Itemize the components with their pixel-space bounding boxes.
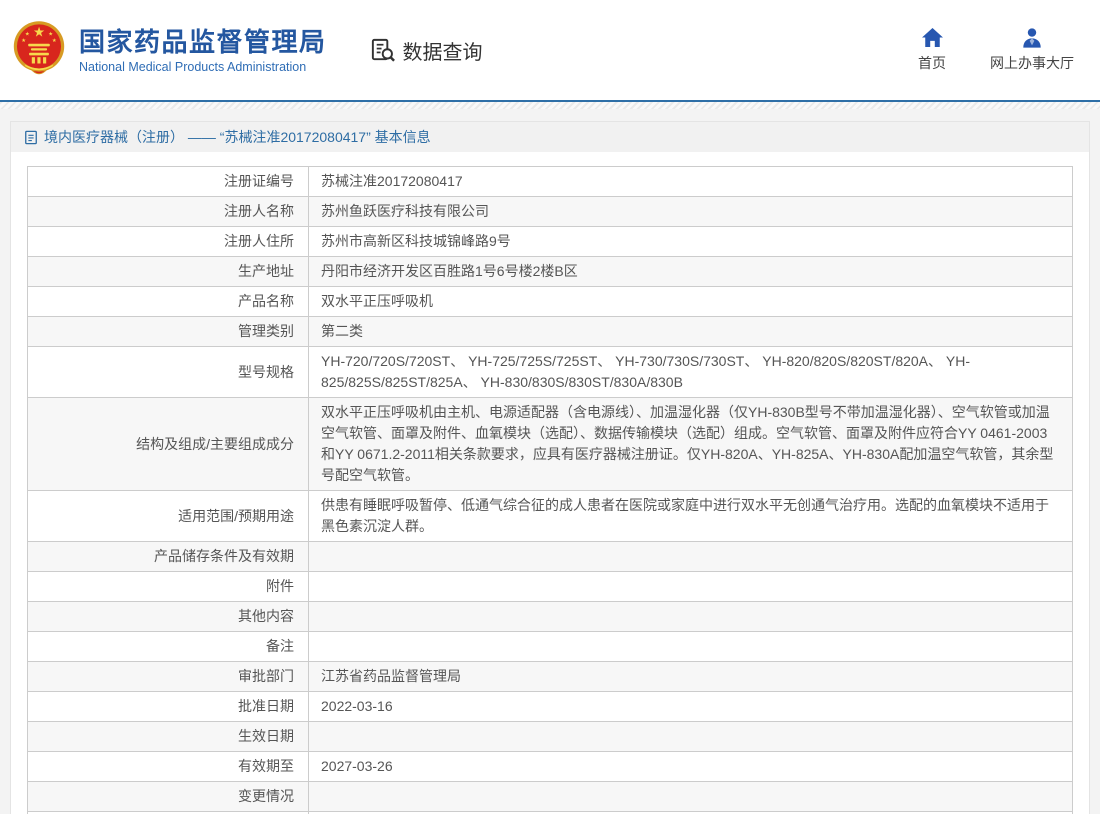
field-label: 其他内容: [28, 602, 309, 631]
table-row-valid-until: 有效期至 2027-03-26: [28, 752, 1072, 782]
field-label: 结构及组成/主要组成成分: [28, 398, 309, 490]
field-label: 生产地址: [28, 257, 309, 286]
svg-text:★: ★: [33, 25, 45, 40]
home-icon: [921, 27, 944, 48]
field-value: 双水平正压呼吸机由主机、电源适配器（含电源线）、加温湿化器（仅YH-830B型号…: [309, 398, 1072, 490]
table-row-product-name: 产品名称 双水平正压呼吸机: [28, 287, 1072, 317]
field-value: 供患有睡眠呼吸暂停、低通气综合征的成人患者在医院或家庭中进行双水平无创通气治疗用…: [309, 491, 1072, 541]
field-value: 苏州市高新区科技城锦峰路9号: [309, 227, 1072, 256]
table-row-management-class: 管理类别 第二类: [28, 317, 1072, 347]
page-title-bar: 境内医疗器械（注册） —— “苏械注准20172080417” 基本信息: [11, 122, 1089, 152]
registration-info-table: 注册证编号 苏械注准20172080417 注册人名称 苏州鱼跃医疗科技有限公司…: [27, 166, 1073, 814]
field-label: 产品储存条件及有效期: [28, 542, 309, 571]
field-value: 2027-03-26: [309, 752, 1072, 781]
document-icon: [24, 130, 38, 145]
table-row-production-address: 生产地址 丹阳市经济开发区百胜路1号6号楼2楼B区: [28, 257, 1072, 287]
table-row-registrant-name: 注册人名称 苏州鱼跃医疗科技有限公司: [28, 197, 1072, 227]
field-value: 苏州鱼跃医疗科技有限公司: [309, 197, 1072, 226]
field-value: [309, 632, 1072, 661]
field-value: 2022-03-16: [309, 692, 1072, 721]
table-row-registrant-address: 注册人住所 苏州市高新区科技城锦峰路9号: [28, 227, 1072, 257]
nav-home-label: 首页: [918, 53, 946, 73]
table-row-registration-number: 注册证编号 苏械注准20172080417: [28, 167, 1072, 197]
field-label: 批准日期: [28, 692, 309, 721]
field-label: 备注: [28, 632, 309, 661]
field-label: 注册证编号: [28, 167, 309, 196]
svg-text:★: ★: [25, 32, 30, 38]
field-label: 有效期至: [28, 752, 309, 781]
table-row-other-content: 其他内容: [28, 602, 1072, 632]
table-row-storage-conditions: 产品储存条件及有效期: [28, 542, 1072, 572]
result-panel: 境内医疗器械（注册） —— “苏械注准20172080417” 基本信息 注册证…: [10, 121, 1090, 814]
field-label: 适用范围/预期用途: [28, 491, 309, 541]
site-header: ★ ★ ★ ★ ★ 国家药品监督管理局 National Medical Pro…: [0, 0, 1100, 100]
page-title: 境内医疗器械（注册） —— “苏械注准20172080417” 基本信息: [44, 127, 431, 147]
data-query-tab[interactable]: 数据查询: [369, 36, 483, 65]
table-row-attachments: 附件: [28, 572, 1072, 602]
field-value: 丹阳市经济开发区百胜路1号6号楼2楼B区: [309, 257, 1072, 286]
table-row-composition: 结构及组成/主要组成成分 双水平正压呼吸机由主机、电源适配器（含电源线）、加温湿…: [28, 398, 1072, 491]
data-query-label: 数据查询: [403, 36, 483, 65]
table-row-change-status: 变更情况: [28, 782, 1072, 812]
document-search-icon: [369, 37, 396, 64]
header-hatch-band: [0, 102, 1100, 109]
brand-text: 国家药品监督管理局 National Medical Products Admi…: [79, 27, 327, 74]
field-value: [309, 572, 1072, 601]
field-value: 第二类: [309, 317, 1072, 346]
field-label: 注册人名称: [28, 197, 309, 226]
table-row-approval-date: 批准日期 2022-03-16: [28, 692, 1072, 722]
nav-service-hall[interactable]: 网上办事大厅: [990, 27, 1074, 73]
national-emblem-icon: ★ ★ ★ ★ ★: [12, 20, 66, 80]
field-value: 江苏省药品监督管理局: [309, 662, 1072, 691]
field-value: [309, 542, 1072, 571]
content-area: 境内医疗器械（注册） —— “苏械注准20172080417” 基本信息 注册证…: [0, 109, 1100, 814]
table-row-approval-department: 审批部门 江苏省药品监督管理局: [28, 662, 1072, 692]
field-value: 苏械注准20172080417: [309, 167, 1072, 196]
field-label: 生效日期: [28, 722, 309, 751]
table-row-effective-date: 生效日期: [28, 722, 1072, 752]
org-subtitle: National Medical Products Administration: [79, 60, 327, 74]
svg-text:★: ★: [52, 38, 57, 44]
table-row-remarks: 备注: [28, 632, 1072, 662]
field-value: [309, 782, 1072, 811]
field-label: 变更情况: [28, 782, 309, 811]
field-value: [309, 722, 1072, 751]
org-title: 国家药品监督管理局: [79, 27, 327, 57]
field-label: 审批部门: [28, 662, 309, 691]
svg-text:★: ★: [48, 32, 53, 38]
table-row-intended-use: 适用范围/预期用途 供患有睡眠呼吸暂停、低通气综合征的成人患者在医院或家庭中进行…: [28, 491, 1072, 542]
field-value: YH-720/720S/720ST、 YH-725/725S/725ST、 YH…: [309, 347, 1072, 397]
nav-service-hall-label: 网上办事大厅: [990, 53, 1074, 73]
nav-home[interactable]: 首页: [918, 27, 946, 73]
field-label: 管理类别: [28, 317, 309, 346]
field-label: 注册人住所: [28, 227, 309, 256]
field-value: [309, 602, 1072, 631]
field-label: 型号规格: [28, 347, 309, 397]
field-label: 附件: [28, 572, 309, 601]
table-row-model-specs: 型号规格 YH-720/720S/720ST、 YH-725/725S/725S…: [28, 347, 1072, 398]
person-icon: [1021, 27, 1043, 48]
field-label: 产品名称: [28, 287, 309, 316]
field-value: 双水平正压呼吸机: [309, 287, 1072, 316]
top-nav: 首页 网上办事大厅: [918, 27, 1074, 73]
site-logo[interactable]: ★ ★ ★ ★ ★ 国家药品监督管理局 National Medical Pro…: [12, 20, 327, 80]
svg-text:★: ★: [21, 38, 26, 44]
